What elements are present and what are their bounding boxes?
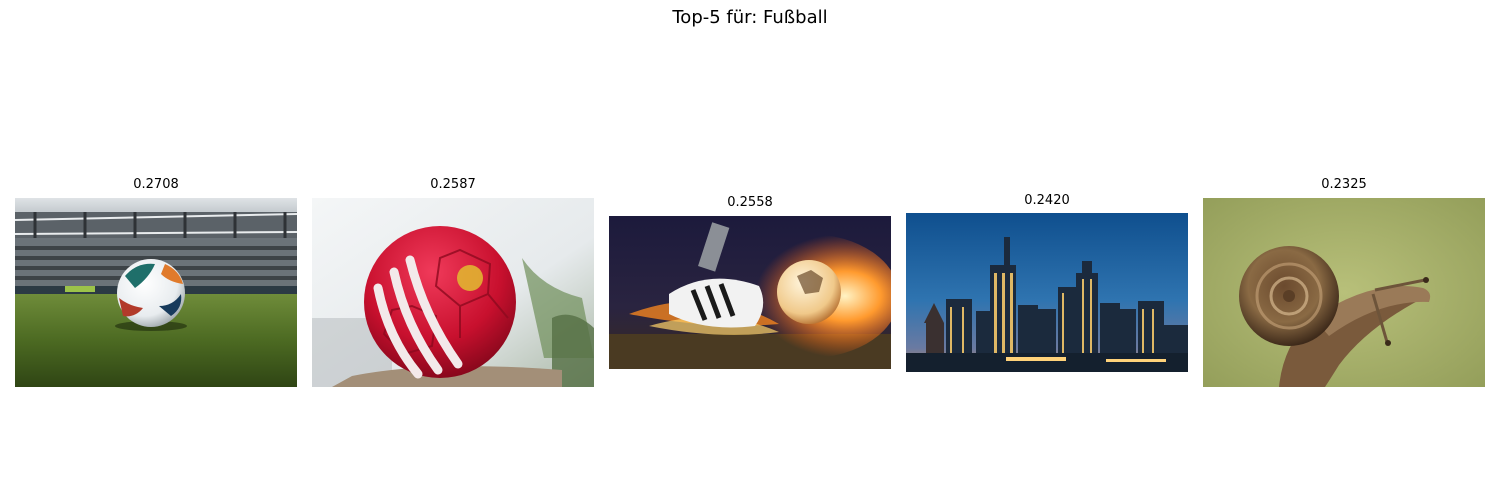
result-2: 0.2587 bbox=[312, 176, 594, 388]
result-image-red-soccer-ball bbox=[312, 198, 594, 387]
result-image-snail bbox=[1203, 198, 1485, 387]
result-3: 0.2558 bbox=[609, 194, 891, 370]
result-image-soccer-ball-stadium bbox=[15, 198, 297, 387]
result-1: 0.2708 bbox=[15, 176, 297, 388]
score-label: 0.2558 bbox=[727, 195, 773, 210]
score-label: 0.2708 bbox=[133, 177, 179, 192]
score-label: 0.2420 bbox=[1024, 193, 1070, 208]
result-image-city-skyline bbox=[906, 213, 1188, 372]
result-4: 0.2420 bbox=[906, 192, 1188, 372]
result-image-flaming-football-kick bbox=[609, 216, 891, 369]
score-label: 0.2587 bbox=[430, 177, 476, 192]
score-label: 0.2325 bbox=[1321, 177, 1367, 192]
figure-title: Top-5 für: Fußball bbox=[672, 7, 828, 28]
result-5: 0.2325 bbox=[1203, 176, 1485, 388]
